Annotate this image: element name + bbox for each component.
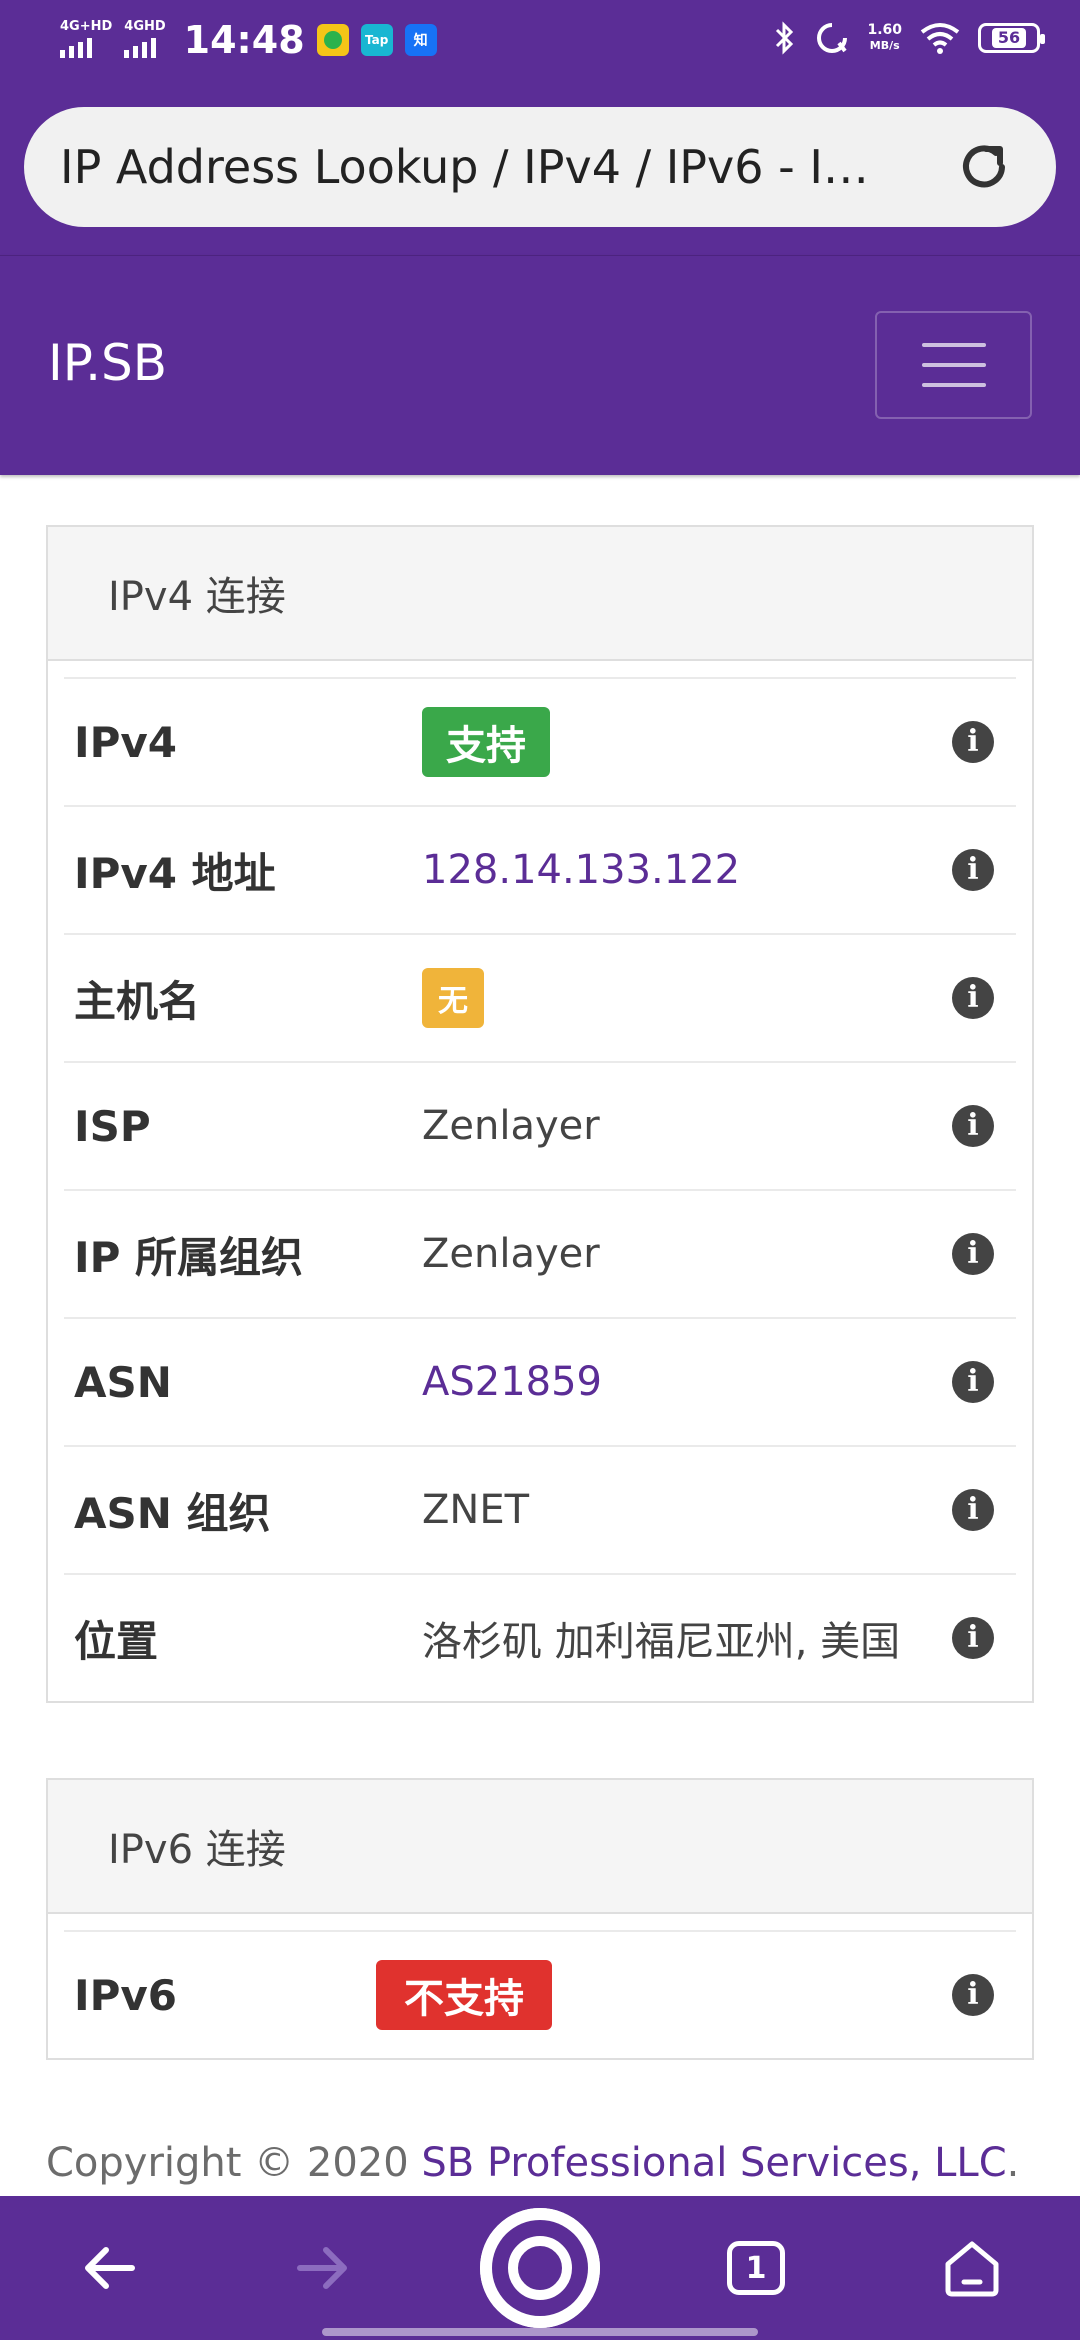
reload-icon[interactable]	[956, 139, 1012, 195]
isp-value: Zenlayer	[422, 1103, 600, 1149]
page-title-url[interactable]: IP Address Lookup / IPv4 / IPv6 - I…	[60, 140, 920, 194]
arrow-right-icon	[297, 2247, 347, 2289]
location-value: 洛杉矶 加利福尼亚州, 美国	[422, 1619, 901, 1665]
hostname-badge: 无	[422, 968, 484, 1028]
info-icon[interactable]: i	[952, 977, 994, 1019]
home-button[interactable]	[480, 2196, 600, 2340]
bluetooth-icon	[776, 21, 794, 55]
company-link[interactable]: SB Professional Services, LLC	[421, 2140, 1006, 2186]
table-row: ISP Zenlayer i	[64, 1061, 1016, 1189]
home-house-icon	[945, 2241, 999, 2297]
ipv4-support-badge: 支持	[422, 707, 550, 777]
sync-icon	[817, 23, 848, 53]
ipv6-card: IPv6 连接 IPv6 不支持 i	[46, 1778, 1034, 2060]
info-icon[interactable]: i	[952, 849, 994, 891]
tab-count-icon: 1	[727, 2241, 785, 2295]
menu-icon	[921, 343, 986, 347]
green-circle-app-icon	[316, 24, 349, 56]
site-brand[interactable]: IP.SB	[48, 334, 167, 392]
address-bar[interactable]: IP Address Lookup / IPv4 / IPv6 - I…	[24, 107, 1056, 227]
tabs-button[interactable]: 1	[696, 2196, 816, 2340]
table-row: 位置 洛杉矶 加利福尼亚州, 美国 i	[64, 1573, 1016, 1701]
info-icon[interactable]: i	[952, 1974, 994, 2016]
row-label: IPv4	[74, 717, 178, 767]
ipv4-card-header: IPv4 连接	[48, 527, 1032, 661]
table-row: ASN AS21859 i	[64, 1317, 1016, 1445]
network-indicator-2: 4GHD	[124, 19, 166, 61]
ipv4-card: IPv4 连接 IPv4 支持 i IPv4 地址 128.14.133.122…	[46, 525, 1034, 1703]
asn-link[interactable]: AS21859	[422, 1359, 602, 1405]
gesture-handle	[322, 2328, 758, 2336]
back-button[interactable]	[50, 2196, 170, 2340]
site-navbar: IP.SB	[0, 255, 1080, 475]
row-label: ASN	[74, 1357, 172, 1407]
table-row: 主机名 无 i	[64, 933, 1016, 1061]
browser-toolbar: IP Address Lookup / IPv4 / IPv6 - I…	[0, 95, 1080, 255]
wifi-icon	[920, 23, 960, 54]
info-icon[interactable]: i	[952, 1617, 994, 1659]
table-row: IPv6 不支持 i	[64, 1930, 1016, 2058]
row-label: ISP	[74, 1101, 151, 1151]
row-label: IPv4 地址	[74, 848, 276, 898]
home-circle-icon	[480, 2208, 600, 2328]
browser-bottom-nav: 1	[0, 2196, 1080, 2340]
row-label: 主机名	[74, 976, 201, 1026]
network-speed: 1.60 MB/s	[867, 22, 902, 53]
row-label: IPv6	[74, 1970, 178, 2020]
copyright-footer: Copyright © 2020 SB Professional Service…	[46, 2140, 1020, 2186]
status-bar: 4G+HD 4GHD 14:48 Tap 知 1.60 MB/s 56	[0, 0, 1080, 95]
info-icon[interactable]: i	[952, 1233, 994, 1275]
info-icon[interactable]: i	[952, 1361, 994, 1403]
organization-value: Zenlayer	[422, 1231, 600, 1277]
menu-toggle-button[interactable]	[875, 311, 1032, 419]
ipv6-support-badge: 不支持	[376, 1960, 552, 2030]
row-label: ASN 组织	[74, 1488, 271, 1538]
table-row: IPv4 地址 128.14.133.122 i	[64, 805, 1016, 933]
ipv6-card-header: IPv6 连接	[48, 1780, 1032, 1914]
asn-org-value: ZNET	[422, 1487, 530, 1533]
info-icon[interactable]: i	[952, 721, 994, 763]
row-label: IP 所属组织	[74, 1232, 304, 1282]
table-row: IPv4 支持 i	[64, 677, 1016, 805]
info-icon[interactable]: i	[952, 1105, 994, 1147]
arrow-left-icon	[85, 2247, 135, 2289]
network-indicator-1: 4G+HD	[60, 19, 112, 61]
forward-button[interactable]	[262, 2196, 382, 2340]
battery-icon: 56	[978, 23, 1045, 53]
zhihu-app-icon: 知	[404, 24, 437, 56]
ipv4-address-link[interactable]: 128.14.133.122	[422, 847, 740, 893]
menu-button[interactable]	[912, 2196, 1032, 2340]
row-label: 位置	[74, 1616, 159, 1666]
table-row: ASN 组织 ZNET i	[64, 1445, 1016, 1573]
tap-app-icon: Tap	[360, 24, 393, 56]
clock: 14:48	[183, 18, 305, 62]
table-row: IP 所属组织 Zenlayer i	[64, 1189, 1016, 1317]
info-icon[interactable]: i	[952, 1489, 994, 1531]
copyright-text: Copyright © 2020	[46, 2140, 422, 2186]
